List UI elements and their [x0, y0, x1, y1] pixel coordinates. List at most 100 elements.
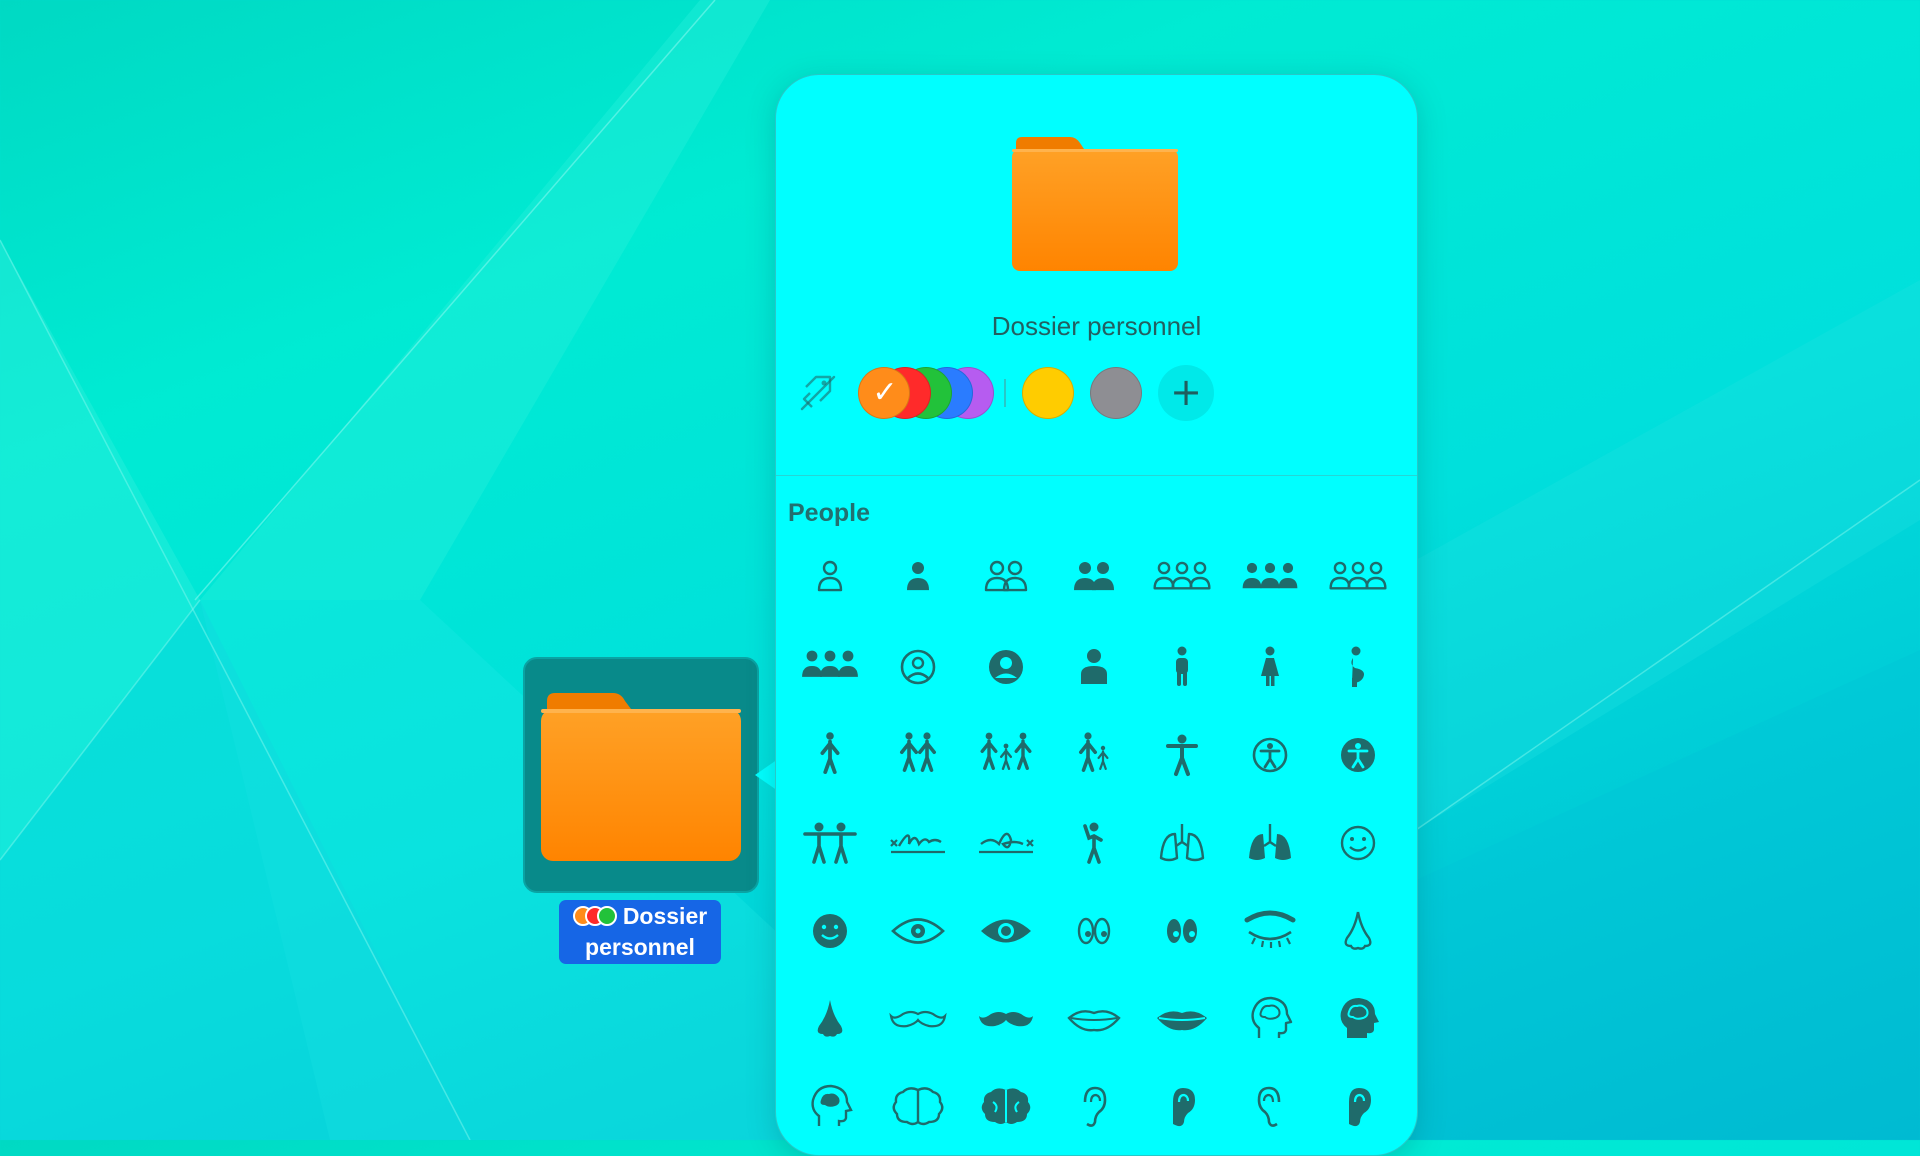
mustache-fill-icon[interactable] — [962, 975, 1050, 1063]
person-3-sequence-fill-icon[interactable] — [786, 623, 874, 711]
face-smiling-fill-icon[interactable] — [786, 887, 874, 975]
person-3-fill-icon — [1242, 562, 1298, 589]
brain-head-profile-fill-icon — [1340, 998, 1379, 1038]
signature-right-icon[interactable] — [962, 799, 1050, 887]
figure-2-arms-open-icon — [803, 822, 857, 864]
person-3-sequence-fill-icon — [802, 650, 858, 677]
ear-trailing-fill-icon — [1349, 1088, 1371, 1127]
lungs-fill-icon[interactable] — [1226, 799, 1314, 887]
eye-icon[interactable] — [874, 887, 962, 975]
person-3-fill-icon[interactable] — [1226, 535, 1314, 623]
person-2-fill-icon[interactable] — [1050, 535, 1138, 623]
desktop-folder-item[interactable] — [523, 657, 759, 893]
face-smiling-icon[interactable] — [1314, 799, 1402, 887]
person-bust-icon[interactable] — [1050, 623, 1138, 711]
yellow-tag-button[interactable] — [1022, 367, 1074, 419]
gray-tag-button[interactable] — [1090, 367, 1142, 419]
person-3-sequence-icon — [1329, 561, 1387, 590]
eyes-inverse-icon[interactable] — [1138, 887, 1226, 975]
folder-preview-icon[interactable] — [1012, 137, 1178, 271]
signature-left-icon[interactable] — [874, 799, 962, 887]
brain-fill-icon[interactable] — [962, 1063, 1050, 1151]
brain-head-profile-fill-icon[interactable] — [1314, 975, 1402, 1063]
accessibility-fill-icon — [1341, 738, 1375, 772]
figure-walk-icon — [820, 732, 840, 774]
person-fill-icon[interactable] — [874, 535, 962, 623]
ear-icon[interactable] — [1050, 1063, 1138, 1151]
nose-fill-icon — [817, 1000, 843, 1037]
brain-icon[interactable] — [874, 1063, 962, 1151]
ear-icon — [1083, 1086, 1107, 1127]
person-crop-circle-icon — [900, 649, 936, 685]
person-crop-circle-fill-icon[interactable] — [962, 623, 1050, 711]
mustache-icon[interactable] — [874, 975, 962, 1063]
figure-2-icon — [900, 732, 936, 772]
brain-head-profile-icon[interactable] — [1226, 975, 1314, 1063]
brain-fill-icon — [981, 1088, 1031, 1124]
person-icon[interactable] — [786, 535, 874, 623]
nose-icon[interactable] — [1314, 887, 1402, 975]
figure-wave-icon — [1083, 822, 1103, 864]
brain-head-profile-alt-icon — [811, 1084, 853, 1126]
folder-name-field[interactable]: Dossier personnel — [776, 311, 1417, 342]
accessibility-fill-icon[interactable] — [1314, 711, 1402, 799]
figure-stand-dress-icon[interactable] — [1226, 623, 1314, 711]
figure-family-icon[interactable] — [962, 711, 1050, 799]
section-divider — [776, 475, 1417, 476]
person-3-icon[interactable] — [1138, 535, 1226, 623]
orange-tag-dot[interactable]: ✓ — [858, 367, 910, 419]
lungs-fill-icon — [1249, 824, 1291, 860]
nose-icon — [1344, 911, 1372, 950]
mouth-icon[interactable] — [1050, 975, 1138, 1063]
eyes-inverse-icon — [1167, 919, 1197, 943]
face-smiling-fill-icon — [813, 914, 847, 948]
lungs-icon[interactable] — [1138, 799, 1226, 887]
figure-arms-open-icon — [1166, 734, 1198, 776]
folder-icon — [541, 693, 741, 861]
tag-slash-icon[interactable] — [798, 373, 838, 413]
ear-fill-icon — [1173, 1088, 1195, 1127]
figure-wave-icon[interactable] — [1050, 799, 1138, 887]
figure-2-arms-open-icon[interactable] — [786, 799, 874, 887]
tag-dots — [572, 906, 617, 926]
person-crop-circle-fill-icon — [989, 650, 1023, 684]
signature-left-icon — [890, 834, 945, 854]
person-fill-icon — [907, 562, 929, 591]
figure-parent-child-icon[interactable] — [1050, 711, 1138, 799]
accessibility-icon[interactable] — [1226, 711, 1314, 799]
person-2-icon — [984, 560, 1028, 592]
ear-trailing-icon — [1257, 1086, 1281, 1127]
selected-tag-colors[interactable]: ✓ — [858, 367, 998, 419]
folder-customization-panel: Dossier personnel ✓ + People — [775, 74, 1418, 1156]
figure-parent-child-icon — [1079, 732, 1109, 772]
figure-walk-icon[interactable] — [786, 711, 874, 799]
eye-icon — [891, 918, 945, 944]
mouth-fill-icon[interactable] — [1138, 975, 1226, 1063]
nose-fill-icon[interactable] — [786, 975, 874, 1063]
signature-right-icon — [979, 832, 1034, 854]
desktop-folder-label[interactable]: Dossier personnel — [559, 900, 721, 964]
accessibility-icon — [1252, 737, 1288, 773]
figure-stand-dress-icon — [1261, 646, 1279, 686]
figure-pregnant-icon[interactable] — [1314, 623, 1402, 711]
ear-fill-icon[interactable] — [1138, 1063, 1226, 1151]
eye-fill-icon[interactable] — [962, 887, 1050, 975]
figure-stand-icon[interactable] — [1138, 623, 1226, 711]
figure-2-icon[interactable] — [874, 711, 962, 799]
ear-trailing-icon[interactable] — [1226, 1063, 1314, 1151]
color-tag-row: ✓ + — [776, 363, 1417, 421]
eyes-icon[interactable] — [1050, 887, 1138, 975]
person-2-fill-icon — [1074, 562, 1114, 591]
add-color-button[interactable]: + — [1158, 365, 1214, 421]
figure-arms-open-icon[interactable] — [1138, 711, 1226, 799]
eye-fill-icon — [981, 919, 1031, 943]
mouth-fill-icon — [1157, 1011, 1207, 1031]
eyebrow-icon[interactable] — [1226, 887, 1314, 975]
person-crop-circle-icon[interactable] — [874, 623, 962, 711]
person-2-icon[interactable] — [962, 535, 1050, 623]
person-3-sequence-icon[interactable] — [1314, 535, 1402, 623]
section-title: People — [788, 499, 870, 527]
brain-head-profile-alt-icon[interactable] — [786, 1063, 874, 1151]
figure-pregnant-icon — [1351, 646, 1364, 687]
ear-trailing-fill-icon[interactable] — [1314, 1063, 1402, 1151]
